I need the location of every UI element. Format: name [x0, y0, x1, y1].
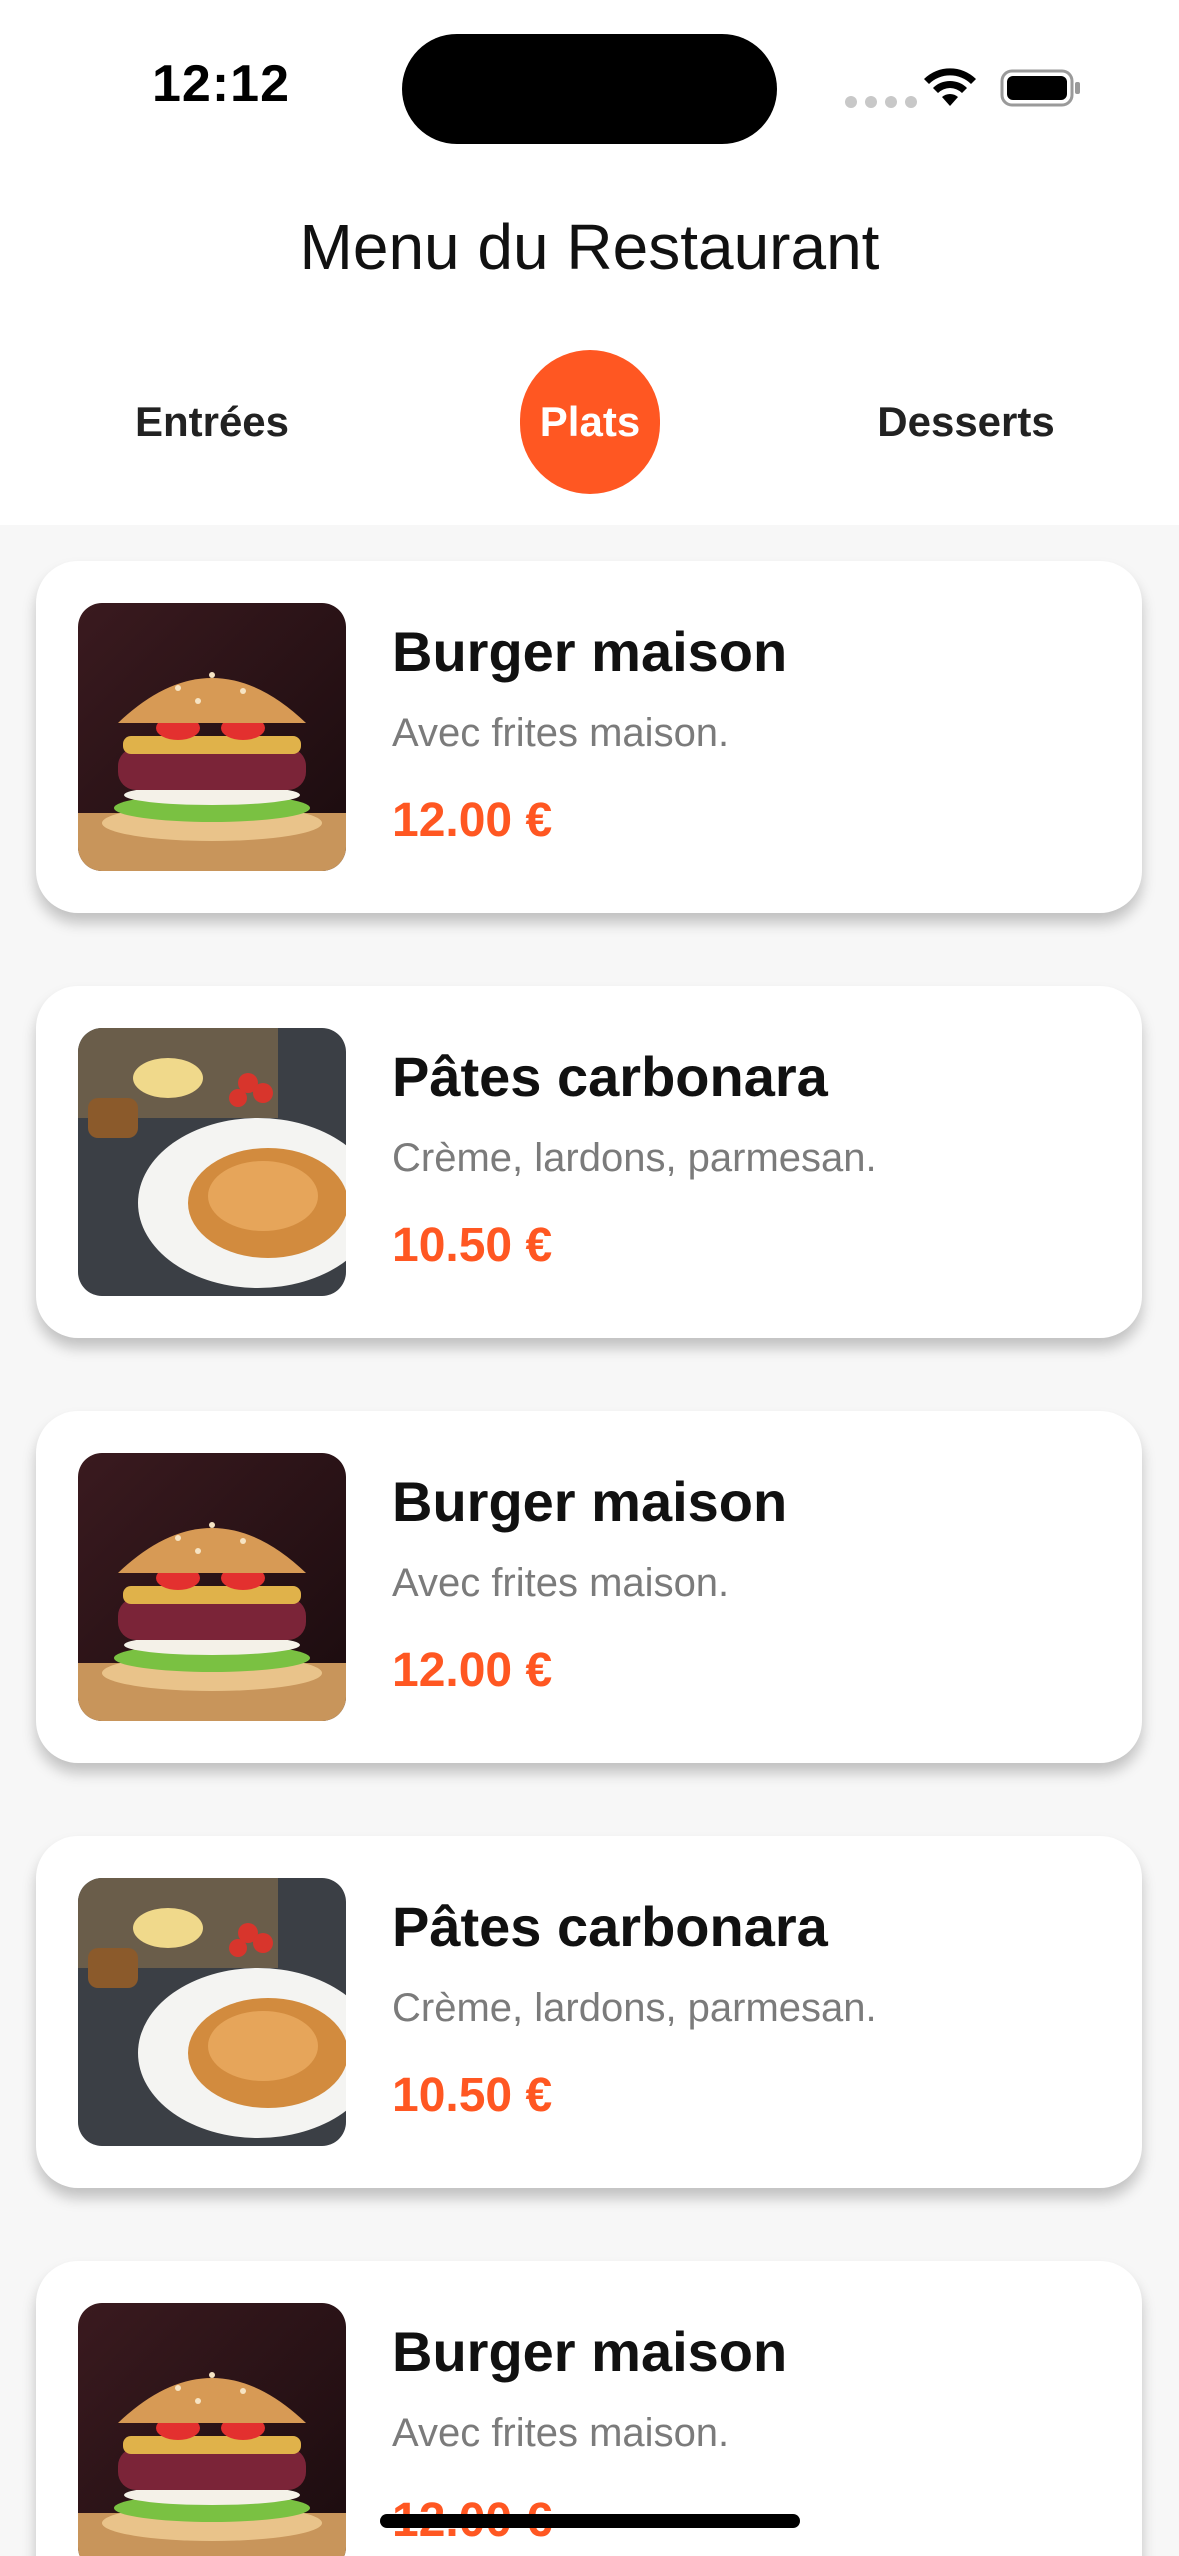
dish-description: Crème, lardons, parmesan.	[392, 1986, 877, 2030]
page-title: Menu du Restaurant	[299, 211, 880, 283]
pasta-photo	[78, 1028, 346, 1296]
pasta-photo	[78, 1878, 346, 2146]
wifi-icon	[924, 68, 976, 106]
menu-item-card[interactable]: Burger maison Avec frites maison. 12.00 …	[36, 2261, 1142, 2556]
dish-description: Avec frites maison.	[392, 711, 730, 755]
dish-name: Pâtes carbonara	[392, 1895, 828, 1958]
tab-entrees[interactable]: Entrées	[92, 350, 332, 494]
dish-price: 12.00 €	[392, 794, 553, 847]
dish-name: Pâtes carbonara	[392, 1045, 828, 1108]
battery-icon	[1000, 69, 1080, 107]
menu-item-card[interactable]: Pâtes carbonara Crème, lardons, parmesan…	[36, 986, 1142, 1338]
dish-price: 10.50 €	[392, 2069, 553, 2122]
dish-description: Avec frites maison.	[392, 1561, 730, 1605]
tab-desserts[interactable]: Desserts	[846, 350, 1086, 494]
tab-plats[interactable]: Plats	[520, 350, 660, 494]
app-header: 12:12 Menu du Restaurant Entrées Plats D…	[0, 0, 1179, 525]
menu-item-card[interactable]: Burger maison Avec frites maison. 12.00 …	[36, 1411, 1142, 1763]
burger-photo	[78, 603, 346, 871]
category-tabs: Entrées Plats Desserts	[0, 350, 1179, 494]
dish-price: 12.00 €	[392, 1644, 553, 1697]
burger-photo	[78, 1453, 346, 1721]
cellular-signal-icon	[845, 96, 917, 108]
menu-item-card[interactable]: Burger maison Avec frites maison. 12.00 …	[36, 561, 1142, 913]
dish-price: 10.50 €	[392, 1219, 553, 1272]
dish-description: Crème, lardons, parmesan.	[392, 1136, 877, 1180]
dish-name: Burger maison	[392, 1470, 788, 1533]
burger-photo	[78, 2303, 346, 2556]
app-screen: Burger maison Avec frites maison. 12.00 …	[0, 0, 1179, 2556]
status-time: 12:12	[152, 55, 290, 113]
dish-name: Burger maison	[392, 620, 788, 683]
dynamic-island	[402, 34, 777, 144]
menu-item-card[interactable]: Pâtes carbonara Crème, lardons, parmesan…	[36, 1836, 1142, 2188]
home-indicator[interactable]	[380, 2514, 800, 2528]
dish-name: Burger maison	[392, 2320, 788, 2383]
dish-description: Avec frites maison.	[392, 2411, 730, 2455]
